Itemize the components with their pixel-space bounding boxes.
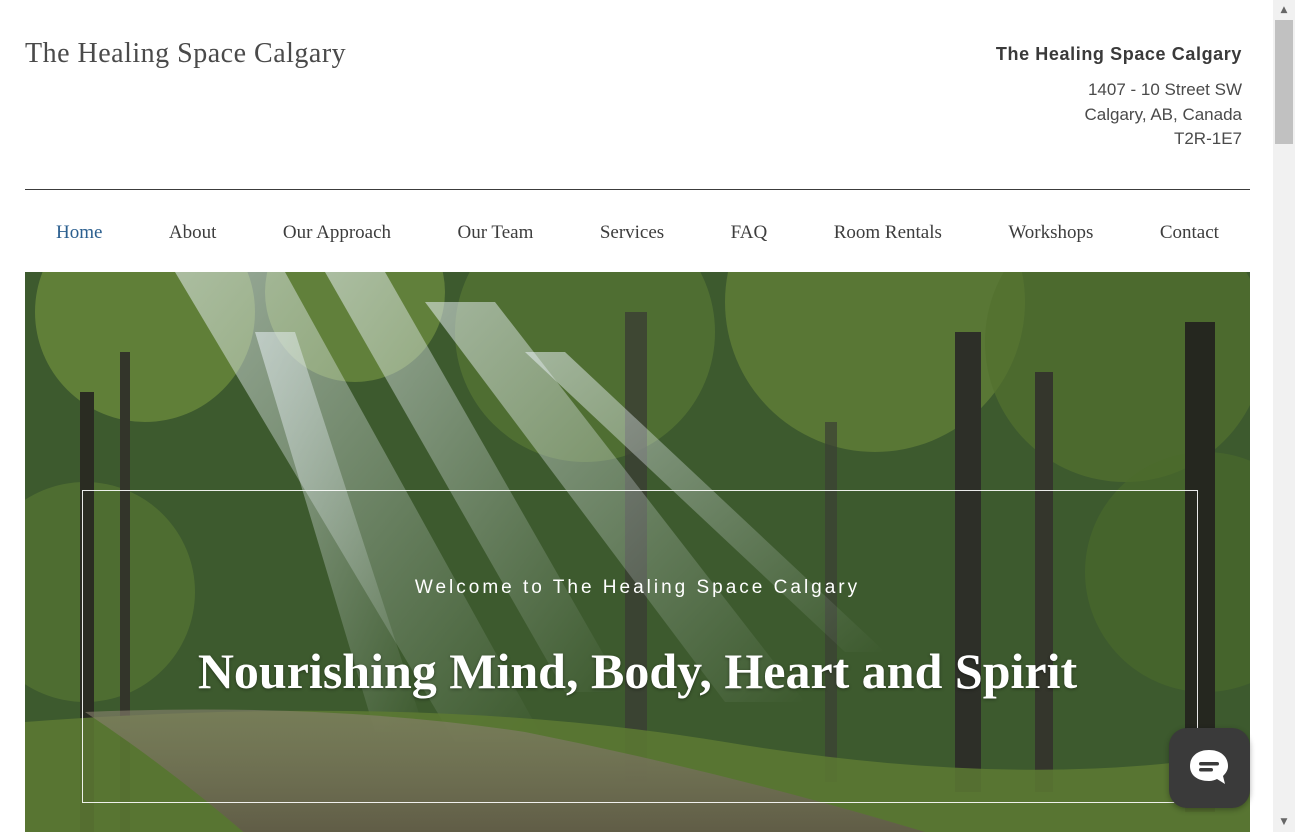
header-divider [25,189,1250,190]
nav-item-our-approach[interactable]: Our Approach [283,215,391,251]
page: The Healing Space Calgary The Healing Sp… [0,0,1273,832]
scroll-up-arrow[interactable]: ▲ [1273,0,1295,18]
contact-block: The Healing Space Calgary 1407 - 10 Stre… [842,44,1242,152]
nav-item-contact[interactable]: Contact [1160,215,1219,251]
nav-item-workshops[interactable]: Workshops [1008,215,1093,251]
chat-bubble-icon [1190,750,1228,784]
hero-heading: Nourishing Mind, Body, Heart and Spirit [197,643,1078,699]
scroll-thumb[interactable] [1275,20,1293,144]
scroll-down-arrow[interactable]: ▼ [1273,814,1295,832]
chat-button[interactable] [1169,728,1250,808]
nav-item-home[interactable]: Home [56,215,102,251]
nav-item-about[interactable]: About [169,215,217,251]
address-line-2: Calgary, AB, Canada [1084,104,1243,124]
nav-item-services[interactable]: Services [600,215,664,251]
address-line-1: 1407 - 10 Street SW [1087,80,1242,99]
contact-name: The Healing Space Calgary [995,44,1242,64]
main-nav: Home About Our Approach Our Team Service… [25,215,1250,251]
address-line-3: T2R-1E7 [1173,129,1242,148]
site-title[interactable]: The Healing Space Calgary [25,38,346,70]
hero-section: Welcome to The Healing Space Calgary Nou… [25,272,1250,832]
nav-item-room-rentals[interactable]: Room Rentals [834,215,942,251]
nav-item-our-team[interactable]: Our Team [457,215,533,251]
hero-welcome-text: Welcome to The Healing Space Calgary [414,577,861,598]
nav-item-faq[interactable]: FAQ [731,215,768,251]
